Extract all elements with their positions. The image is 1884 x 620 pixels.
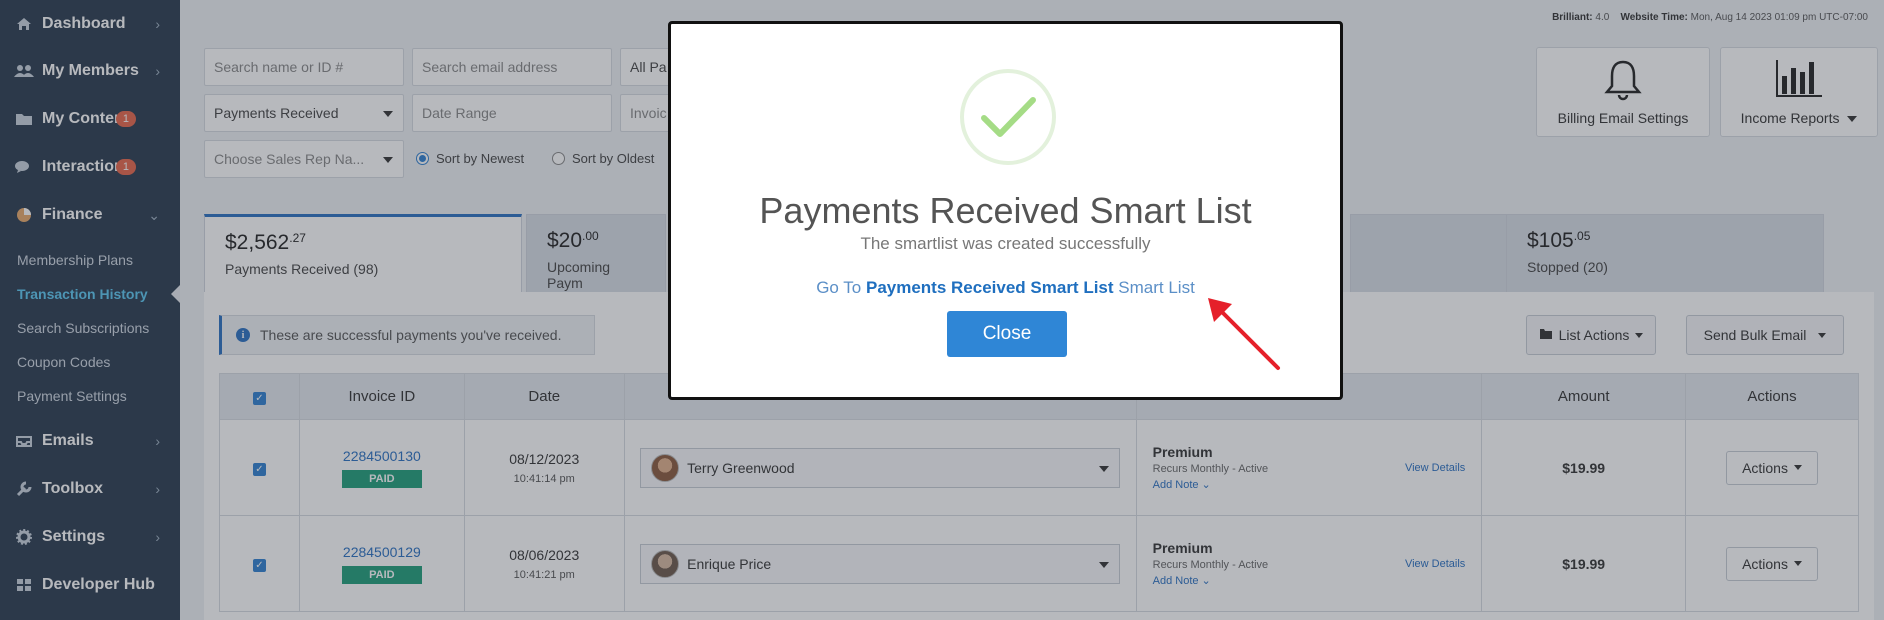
success-check-icon xyxy=(960,69,1056,165)
red-arrow-annotation xyxy=(1208,298,1280,370)
modal-title: Payments Received Smart List xyxy=(759,190,1252,231)
goto-prefix: Go To xyxy=(816,278,862,297)
close-button[interactable]: Close xyxy=(947,311,1067,357)
goto-suffix: Smart List xyxy=(1118,278,1195,297)
smart-list-link[interactable]: Payments Received Smart List xyxy=(866,278,1114,297)
modal-subtitle: The smartlist was created successfully xyxy=(860,234,1151,253)
